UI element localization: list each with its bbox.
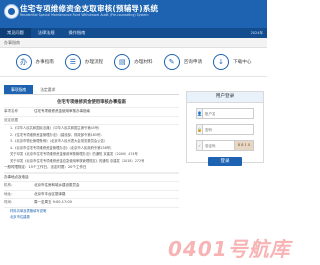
site-header: 住宅专项维修资金支取审核(预辅导)系统 Residential Special … [0,0,267,28]
username-field[interactable]: 👤 [196,108,254,119]
shortcut-label: 下载中心 [233,60,252,65]
shortcut-bar: 办 办事指南 ☰ 办理流程 ▤ 办理材料 ✎ 咨询申请 ↓ 下载中心 [0,48,267,77]
captcha-image[interactable]: 8 8 1 0 [234,140,254,151]
doc-row-addr: 地址： 北京市丰台区丽泽路 [4,191,179,199]
shortcut-label: 办事指南 [35,60,54,65]
materials-icon: ▤ [114,54,131,70]
site-logo-icon [4,4,19,19]
login-title: 用户登录 [187,92,263,103]
main-panel: 事项指南 法定要求 住宅专项维修资金使用审核办事指南 事项名称 住宅专项维修资金… [4,85,179,265]
shortcut-label: 办理材料 [134,60,153,65]
doc-row-item: 事项名称 住宅专项维修资金使用审核办事指南 [4,108,179,117]
shortcut-materials[interactable]: ▤ 办理材料 [114,54,153,70]
section-title: 办事地点及电话 [4,172,179,182]
nav-item-guide[interactable]: 操作指南 [62,28,93,38]
username-input[interactable] [203,110,253,117]
shortcut-label: 咨询申请 [183,60,203,65]
login-button[interactable]: 登录 [208,157,242,166]
shortcut-consult[interactable]: ✎ 咨询申请 [163,54,203,70]
nav-item-laws[interactable]: 法律法规 [31,28,62,38]
doc-row-time: 一般时限规定：15个工作日，法定时限：20个工作日 [4,164,179,173]
row-label: 时间： [4,200,15,205]
nav-date: 2024年 [250,31,263,35]
download-icon: ↓ [213,54,230,70]
site-subtitle: Residential Special Maintenance Fund Wit… [20,13,149,17]
password-field[interactable]: 🔒 [196,124,254,135]
row-value: 北京市丰台区丽泽路 [34,191,66,196]
shortcut-download[interactable]: ↓ 下载中心 [213,54,251,70]
watermark: 0401号航库 [168,237,291,261]
row-value: 北京市住房和城乡建设委员会 [34,183,80,188]
process-icon: ☰ [64,54,81,70]
row-label: 地址： [4,191,15,196]
shortcut-process[interactable]: ☰ 办理流程 [64,54,104,70]
row-label: 事项名称 [4,109,18,114]
commission-link[interactable]: 北京市住建委 [4,214,179,221]
password-input[interactable] [203,126,253,133]
doc-title: 住宅专项维修资金使用审核办事指南 [4,98,179,108]
doc-row-dept: 机构： 北京市住房和城乡建设委员会 [4,182,179,191]
guide-icon: 办 [15,54,32,70]
shortcut-label: 办理流程 [84,60,104,65]
row-label: 机构： [4,183,15,188]
tab-legal[interactable]: 法定要求 [33,85,62,94]
tab-guide[interactable]: 事项指南 [4,85,34,94]
breadcrumb: 办事指南 [0,38,267,48]
doc-row-basis: 设定依据 [4,117,179,125]
captcha-field[interactable]: ✓ 8 8 1 0 [196,140,254,151]
login-panel: 用户登录 👤 🔒 ✓ 8 8 1 0 登录 [186,91,264,166]
doc-row-hours: 时间： 周一至周五 9:00-17:00 [4,199,179,208]
top-nav: 常见问题 法律法规 操作指南 2024年 [0,28,267,38]
guide-document: 住宅专项维修资金使用审核办事指南 事项名称 住宅专项维修资金使用审核办事指南 设… [4,95,179,221]
row-value: 住宅专项维修资金使用审核办事指南 [34,109,90,114]
tab-bar: 事项指南 法定要求 [4,85,179,95]
time-limit-text: 一般时限规定：15个工作日，法定时限：20个工作日 [4,165,87,170]
row-value: 周一至周五 9:00-17:00 [34,200,72,205]
row-label: 设定依据 [4,117,18,122]
shortcut-guide[interactable]: 办 办事指南 [15,54,54,70]
nav-item-faq[interactable]: 常见问题 [0,28,31,38]
consult-icon: ✎ [163,54,180,70]
